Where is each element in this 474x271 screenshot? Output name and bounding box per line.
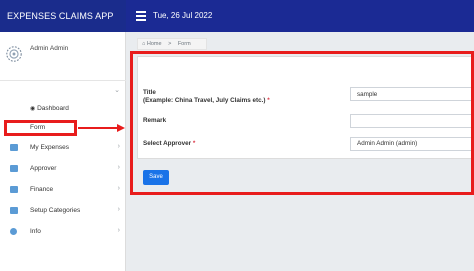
breadcrumb-current: Form: [177, 41, 191, 47]
sidebar-item-finance[interactable]: Finance ›: [0, 180, 126, 200]
menu-group-toggle[interactable]: ⌄: [0, 82, 126, 100]
sidebar: Admin Admin ⌄ ◉ Dashboard Form My Expens…: [0, 32, 126, 271]
info-icon: [10, 228, 17, 235]
chevron-right-icon: ›: [117, 143, 120, 150]
dashboard-icon: ◉: [30, 106, 36, 112]
current-date: Tue, 26 Jul 2022: [153, 11, 213, 20]
chevron-down-icon: ⌄: [114, 87, 120, 94]
expenses-icon: [10, 144, 18, 151]
chevron-right-icon: ›: [117, 206, 120, 213]
sidebar-item-setup-categories[interactable]: Setup Categories ›: [0, 201, 126, 221]
chevron-right-icon: ›: [117, 185, 120, 192]
home-icon: ⌂: [142, 41, 146, 47]
app-title: EXPENSES CLAIMS APP: [0, 0, 126, 32]
breadcrumb: ⌂ Home > Form: [137, 38, 207, 50]
top-bar: Tue, 26 Jul 2022: [126, 0, 474, 32]
sidebar-item-info[interactable]: Info ›: [0, 222, 126, 242]
approver-icon: [10, 165, 18, 172]
sidebar-item-dashboard[interactable]: ◉ Dashboard: [30, 105, 69, 112]
sidebar-item-approver[interactable]: Approver ›: [0, 159, 126, 179]
arrow-icon: [78, 127, 118, 129]
chevron-right-icon: ›: [117, 227, 120, 234]
setup-icon: [10, 207, 18, 214]
breadcrumb-home[interactable]: Home: [147, 41, 162, 47]
menu-icon[interactable]: [136, 11, 146, 21]
user-name: Admin Admin: [30, 45, 69, 52]
avatar: [6, 46, 22, 62]
chevron-right-icon: ›: [117, 164, 120, 171]
breadcrumb-separator: >: [168, 41, 172, 47]
highlight-box-form-area: [130, 51, 474, 195]
highlight-box-form-menu: [4, 120, 77, 136]
sidebar-item-my-expenses[interactable]: My Expenses ›: [0, 138, 126, 158]
arrow-head-icon: [117, 124, 125, 132]
divider: [0, 80, 126, 81]
finance-icon: [10, 186, 18, 193]
